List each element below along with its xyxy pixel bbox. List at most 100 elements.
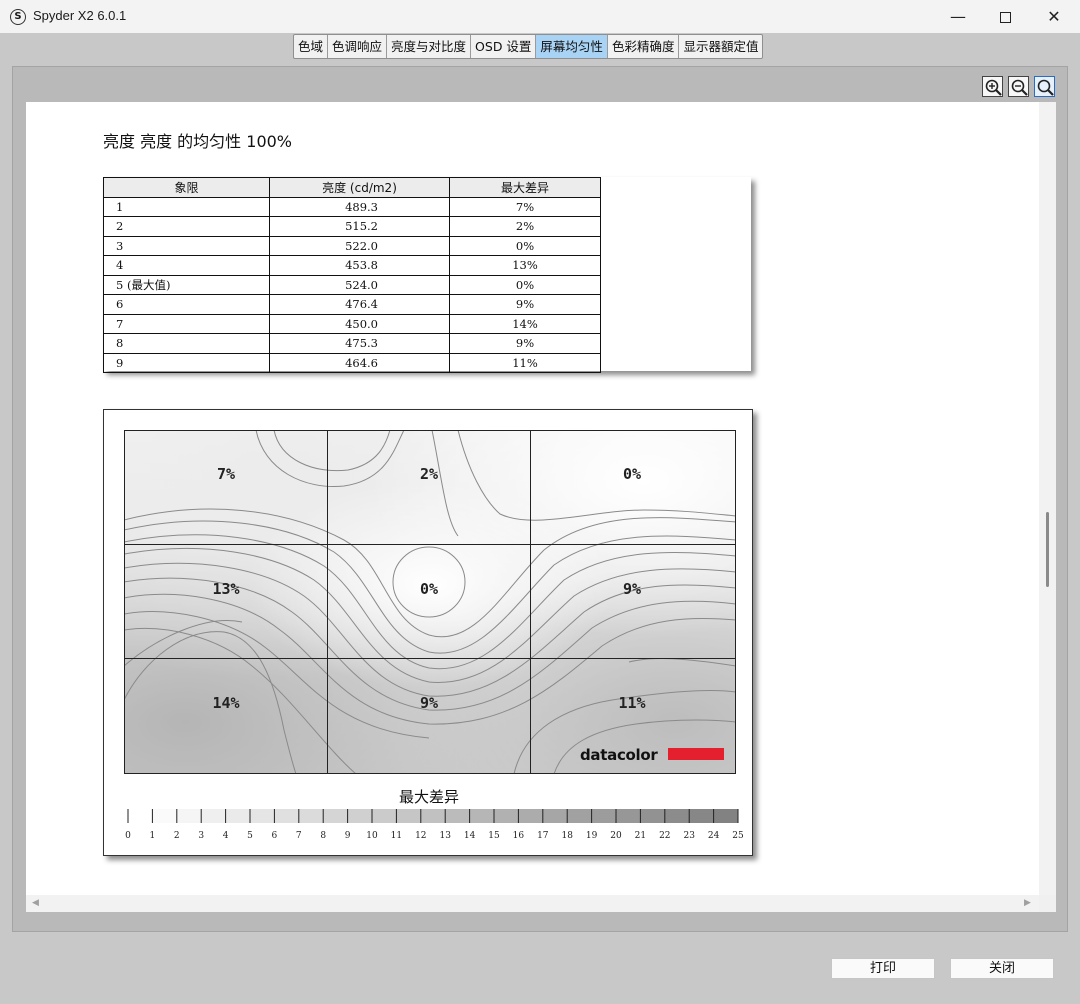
tab-gamut[interactable]: 色域 <box>294 35 329 58</box>
legend-tick-label: 11 <box>391 831 402 841</box>
vertical-scroll-thumb[interactable] <box>1046 512 1049 587</box>
legend-tick-label: 17 <box>537 831 549 841</box>
zoom-out-button[interactable] <box>1008 76 1029 97</box>
tab-brightness-contrast[interactable]: 亮度与对比度 <box>387 35 472 58</box>
legend-tick-label: 21 <box>635 831 646 841</box>
legend-tick-label: 20 <box>610 831 622 841</box>
quadrant-label-7: 14% <box>212 694 239 712</box>
legend-swatch <box>469 809 494 823</box>
header-quadrant: 象限 <box>103 177 270 198</box>
legend-swatch <box>225 809 250 823</box>
legend-swatch <box>250 809 275 823</box>
report-view[interactable]: 亮度 亮度 的均匀性 100% 象限 亮度 (cd/m2) 最大差异 1 489.… <box>26 102 1039 895</box>
tab-color-accuracy[interactable]: 色彩精确度 <box>608 35 680 58</box>
zoom-in-icon <box>985 79 1002 96</box>
legend-tick-label: 1 <box>150 831 156 841</box>
legend-title: 最大差异 <box>398 788 459 806</box>
scroll-left-icon[interactable]: ◀ <box>32 898 39 908</box>
legend-tick-label: 19 <box>586 831 598 841</box>
datacolor-logo-bar <box>668 748 724 760</box>
legend-swatch <box>567 809 592 823</box>
legend-tick-label: 8 <box>320 831 326 841</box>
horizontal-scrollbar[interactable]: ◀ ▶ <box>26 895 1039 912</box>
legend-tick-label: 13 <box>439 831 451 841</box>
datacolor-logo-text: datacolor <box>580 746 658 764</box>
header-max-difference: 最大差异 <box>449 177 601 198</box>
legend-swatch <box>176 809 202 823</box>
quadrant-cell: 7 <box>103 313 270 334</box>
minimize-icon: — <box>950 7 966 26</box>
luminance-cell: 522.0 <box>269 235 450 256</box>
table-row: 6 476.4 9% <box>103 294 601 315</box>
zoom-toolbar <box>982 76 1055 97</box>
report-title: 亮度 亮度 的均匀性 100% <box>103 132 293 151</box>
legend-swatch <box>372 809 397 823</box>
legend-tick-label: 18 <box>561 831 573 841</box>
quadrant-cell: 1 <box>103 196 270 217</box>
legend-swatch <box>128 809 153 823</box>
maximize-icon <box>999 12 1011 23</box>
difference-cell: 7% <box>449 196 601 217</box>
quadrant-label-6: 9% <box>623 580 641 598</box>
difference-cell: 11% <box>449 352 601 373</box>
scrollbar-corner <box>1039 895 1056 912</box>
quadrant-cell: 5 (最大值) <box>103 274 270 295</box>
legend-tick-label: 2 <box>174 831 180 841</box>
legend-tick-label: 22 <box>659 831 670 841</box>
table-row: 5 (最大值) 524.0 0% <box>103 274 601 295</box>
legend-swatch <box>396 809 421 823</box>
tab-osd-settings[interactable]: OSD 设置 <box>471 35 537 58</box>
header-luminance: 亮度 (cd/m2) <box>269 177 450 198</box>
table-row: 4 453.8 13% <box>103 255 601 276</box>
legend-tick-label: 14 <box>464 831 476 841</box>
quadrant-label-5: 0% <box>420 580 438 598</box>
difference-scale-legend: 0 1 2 3 4 5 6 7 8 9 10 11 12 13 14 15 16 17 18 19 20 21 22 23 24… <box>125 809 744 841</box>
legend-tick-label: 9 <box>345 831 351 841</box>
legend-tick-label: 6 <box>272 831 278 841</box>
scroll-right-icon[interactable]: ▶ <box>1024 898 1031 908</box>
table-row: 3 522.0 0% <box>103 235 601 256</box>
app-icon: S <box>10 9 26 25</box>
luminance-cell: 489.3 <box>269 196 450 217</box>
uniformity-table: 象限 亮度 (cd/m2) 最大差异 1 489.3 7% 2 515.2 2% 3 522.… <box>103 177 601 373</box>
tab-tone-response[interactable]: 色调响应 <box>328 35 388 58</box>
legend-swatch <box>616 809 641 823</box>
tab-screen-uniformity[interactable]: 屏幕均匀性 <box>536 35 608 58</box>
luminance-cell: 450.0 <box>269 313 450 334</box>
close-button[interactable]: 关闭 <box>950 958 1054 979</box>
legend-tick-label: 4 <box>223 831 229 841</box>
print-button[interactable]: 打印 <box>831 958 935 979</box>
zoom-out-icon <box>1011 79 1028 96</box>
quadrant-cell: 2 <box>103 216 270 237</box>
legend-swatch <box>152 809 177 823</box>
luminance-cell: 524.0 <box>269 274 450 295</box>
quadrant-label-4: 13% <box>212 580 239 598</box>
zoom-fit-button[interactable] <box>1034 76 1055 97</box>
luminance-cell: 453.8 <box>269 255 450 276</box>
difference-cell: 13% <box>449 255 601 276</box>
close-window-button[interactable]: ✕ <box>1030 0 1078 33</box>
table-row: 7 450.0 14% <box>103 313 601 334</box>
legend-tick-label: 12 <box>415 831 426 841</box>
legend-tick-label: 16 <box>513 831 525 841</box>
table-row: 1 489.3 7% <box>103 196 601 217</box>
legend-swatch <box>689 809 714 823</box>
vertical-scrollbar[interactable] <box>1039 102 1056 895</box>
legend-tick-label: 24 <box>708 831 720 841</box>
quadrant-label-9: 11% <box>618 694 645 712</box>
legend-tick-label: 3 <box>198 831 204 841</box>
legend-tick-label: 0 <box>125 831 131 841</box>
difference-cell: 2% <box>449 216 601 237</box>
minimize-button[interactable]: — <box>934 0 982 33</box>
difference-cell: 0% <box>449 235 601 256</box>
legend-swatch <box>591 809 616 823</box>
table-row: 8 475.3 9% <box>103 333 601 354</box>
difference-cell: 9% <box>449 333 601 354</box>
difference-cell: 14% <box>449 313 601 334</box>
quadrant-cell: 4 <box>103 255 270 276</box>
maximize-button[interactable] <box>981 0 1029 33</box>
tab-display-rating[interactable]: 显示器額定值 <box>679 35 762 58</box>
zoom-in-button[interactable] <box>982 76 1003 97</box>
legend-swatch <box>713 809 738 823</box>
title-bar: S Spyder X2 6.0.1 — ✕ <box>0 0 1080 33</box>
